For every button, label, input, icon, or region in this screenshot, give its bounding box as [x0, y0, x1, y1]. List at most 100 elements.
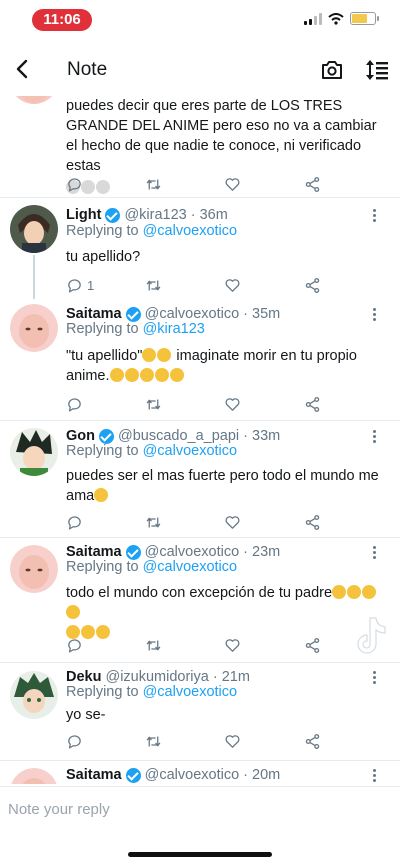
tweet-actions: 1	[66, 275, 336, 295]
mention-link[interactable]: @calvoexotico	[143, 443, 238, 459]
share-button[interactable]	[304, 394, 321, 414]
reply-icon	[68, 734, 81, 749]
share-button[interactable]	[304, 512, 321, 532]
retweet-button[interactable]	[145, 512, 162, 532]
like-button[interactable]	[224, 394, 241, 414]
author-name[interactable]: Saitama	[66, 544, 122, 560]
sort-icon[interactable]	[364, 57, 390, 83]
more-icon[interactable]	[369, 208, 379, 224]
status-bar: 11:06	[0, 0, 400, 40]
reply-button[interactable]	[66, 174, 83, 194]
reply-icon	[68, 515, 81, 530]
reply-button[interactable]	[66, 731, 83, 751]
back-arrow-icon[interactable]	[10, 56, 36, 82]
mention-link[interactable]: @kira123	[143, 321, 205, 337]
laugh-emoji	[139, 368, 154, 382]
more-icon[interactable]	[369, 429, 379, 445]
share-icon	[305, 637, 320, 653]
replying-label: Replying to	[66, 559, 139, 575]
avatar-saitama[interactable]	[10, 304, 58, 352]
author-name[interactable]: Light	[66, 207, 101, 223]
like-icon	[225, 734, 240, 748]
thread-line	[33, 255, 35, 299]
tweet-header: Saitama @calvoexotico · 23m	[66, 544, 280, 560]
avatar-saitama[interactable]	[10, 96, 58, 104]
tweet-light[interactable]: Light @kira123 · 36m Replying to @calvoe…	[0, 199, 400, 299]
like-button[interactable]	[224, 731, 241, 751]
share-button[interactable]	[304, 731, 321, 751]
reply-button[interactable]	[66, 394, 83, 414]
top-nav: Note	[0, 46, 400, 94]
author-name[interactable]: Saitama	[66, 306, 122, 322]
tweet-saitama-3[interactable]: Saitama @calvoexotico · 20m	[0, 762, 400, 784]
tweet-text-part: imaginate morir en tu propio	[172, 348, 357, 364]
laugh-emoji	[154, 368, 169, 382]
avatar-saitama[interactable]	[10, 768, 58, 784]
tweet-text-part: "tu apellido"	[66, 348, 143, 364]
tweet-header: Saitama @calvoexotico · 35m	[66, 306, 280, 322]
tweet-saitama-2[interactable]: Saitama @calvoexotico · 23m Replying to …	[0, 539, 400, 663]
avatar-light[interactable]	[10, 205, 58, 253]
like-button[interactable]	[224, 512, 241, 532]
tweet-gon[interactable]: Gon @buscado_a_papi · 33m Replying to @c…	[0, 422, 400, 538]
author-name[interactable]: Saitama	[66, 767, 122, 783]
laugh-emoji	[332, 585, 347, 599]
tweet-top-partial[interactable]: puedes decir que eres parte de LOS TRES …	[0, 96, 400, 198]
like-button[interactable]	[224, 174, 241, 194]
verified-icon	[125, 306, 141, 322]
tweet-text: "tu apellido" imaginate morir en tu prop…	[66, 346, 382, 386]
like-button[interactable]	[224, 275, 241, 295]
author-name[interactable]: Deku	[66, 669, 101, 685]
laugh-emoji	[142, 348, 157, 362]
reply-count: 1	[87, 277, 95, 293]
wifi-icon	[328, 12, 344, 25]
mention-link[interactable]: @calvoexotico	[143, 559, 238, 575]
avatar-gon[interactable]	[10, 428, 58, 476]
retweet-button[interactable]	[145, 394, 162, 414]
tweet-text-body: puedes decir que eres parte de LOS TRES …	[66, 98, 377, 174]
reply-input[interactable]	[8, 797, 388, 821]
laugh-emoji	[66, 605, 80, 619]
more-icon[interactable]	[369, 670, 379, 686]
author-handle-time: @kira123 · 36m	[124, 207, 228, 223]
author-handle-time: @calvoexotico · 35m	[144, 306, 281, 322]
replying-to: Replying to @kira123	[66, 321, 205, 337]
share-icon	[305, 396, 320, 412]
tweet-actions	[66, 731, 336, 751]
retweet-button[interactable]	[145, 635, 162, 655]
author-handle-time: @calvoexotico · 23m	[144, 544, 281, 560]
reply-button[interactable]	[66, 512, 83, 532]
share-button[interactable]	[304, 275, 321, 295]
retweet-icon	[146, 736, 161, 746]
tweet-saitama-1[interactable]: Saitama @calvoexotico · 35m Replying to …	[0, 296, 400, 421]
like-button[interactable]	[224, 635, 241, 655]
author-name[interactable]: Gon	[66, 428, 95, 444]
replying-to: Replying to @calvoexotico	[66, 684, 237, 700]
reply-icon	[68, 397, 81, 412]
tweet-deku[interactable]: Deku @izukumidoriya · 21m Replying to @c…	[0, 663, 400, 761]
replying-to: Replying to @calvoexotico	[66, 223, 237, 239]
home-indicator[interactable]	[128, 852, 272, 857]
avatar-deku[interactable]	[10, 671, 58, 719]
camera-icon[interactable]	[320, 58, 344, 82]
more-icon[interactable]	[369, 768, 379, 784]
battery-icon	[350, 12, 379, 25]
like-icon	[225, 278, 240, 292]
more-icon[interactable]	[369, 307, 379, 323]
retweet-button[interactable]	[145, 275, 162, 295]
tweet-actions	[66, 394, 336, 414]
verified-icon	[99, 428, 114, 444]
more-icon[interactable]	[369, 545, 379, 561]
avatar-saitama[interactable]	[10, 545, 58, 593]
reply-button[interactable]: 1	[66, 275, 94, 295]
share-button[interactable]	[304, 174, 321, 194]
retweet-button[interactable]	[145, 731, 162, 751]
like-icon	[225, 515, 240, 529]
retweet-icon	[146, 640, 161, 650]
retweet-button[interactable]	[145, 174, 162, 194]
tweet-actions	[66, 512, 336, 532]
mention-link[interactable]: @calvoexotico	[143, 684, 238, 700]
reply-button[interactable]	[66, 635, 83, 655]
mention-link[interactable]: @calvoexotico	[143, 223, 238, 239]
status-time: 11:06	[32, 9, 92, 31]
